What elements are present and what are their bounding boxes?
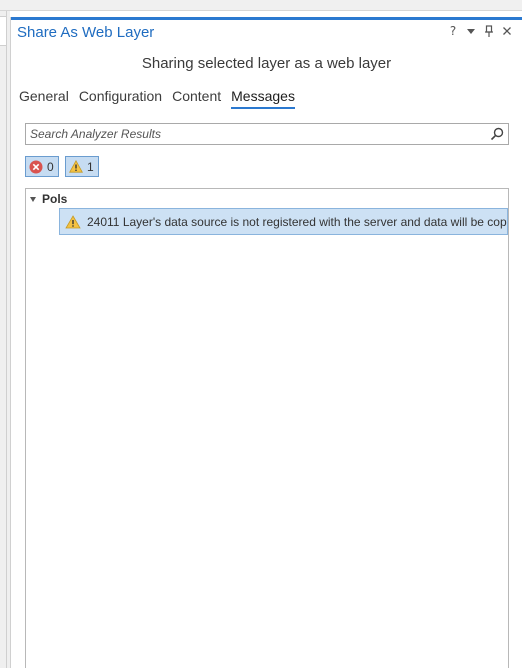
options-dropdown-button[interactable] <box>464 23 478 39</box>
help-button[interactable]: ? <box>446 23 460 39</box>
errors-filter-button[interactable]: 0 <box>25 156 59 177</box>
tab-configuration[interactable]: Configuration <box>79 88 162 109</box>
pane-accent-bar <box>11 17 522 20</box>
search-icon[interactable] <box>489 126 505 142</box>
tab-general[interactable]: General <box>19 88 69 109</box>
warning-icon <box>65 214 81 228</box>
tree-group-label: Pols <box>42 192 68 206</box>
warning-icon <box>69 160 83 173</box>
errors-count: 0 <box>47 159 54 174</box>
warnings-count: 1 <box>87 159 94 174</box>
share-web-layer-pane: Share As Web Layer ? Sharing selected la… <box>10 17 522 668</box>
pane-title: Share As Web Layer <box>17 24 155 41</box>
auto-hide-button[interactable] <box>482 23 496 39</box>
left-dock-border <box>6 11 7 668</box>
analyzer-message-text: 24011 Layer's data source is not registe… <box>87 214 507 229</box>
tab-messages[interactable]: Messages <box>231 88 295 109</box>
pane-subtitle: Sharing selected layer as a web layer <box>141 55 392 72</box>
analyzer-message-row[interactable]: 24011 Layer's data source is not registe… <box>59 208 508 235</box>
left-dock-strip <box>0 11 10 668</box>
pin-icon <box>485 24 493 37</box>
analyzer-results-tree: Pols 24011 Layer's data source is not re… <box>25 188 509 668</box>
search-analyzer-box <box>25 123 509 145</box>
left-dock-tab[interactable] <box>0 16 6 46</box>
chevron-down-icon <box>467 28 475 34</box>
tab-bar: General Configuration Content Messages <box>19 88 295 109</box>
tree-group-pols[interactable]: Pols <box>30 192 67 206</box>
error-icon <box>29 160 43 173</box>
window-top-strip <box>0 0 522 10</box>
pane-controls: ? <box>446 23 514 39</box>
expand-toggle-icon[interactable] <box>30 197 36 202</box>
help-icon: ? <box>449 24 457 38</box>
close-icon <box>503 27 511 35</box>
search-input[interactable] <box>30 125 480 143</box>
warnings-filter-button[interactable]: 1 <box>65 156 99 177</box>
tab-content[interactable]: Content <box>172 88 221 109</box>
close-button[interactable] <box>500 23 514 39</box>
window-top-divider <box>0 10 522 11</box>
